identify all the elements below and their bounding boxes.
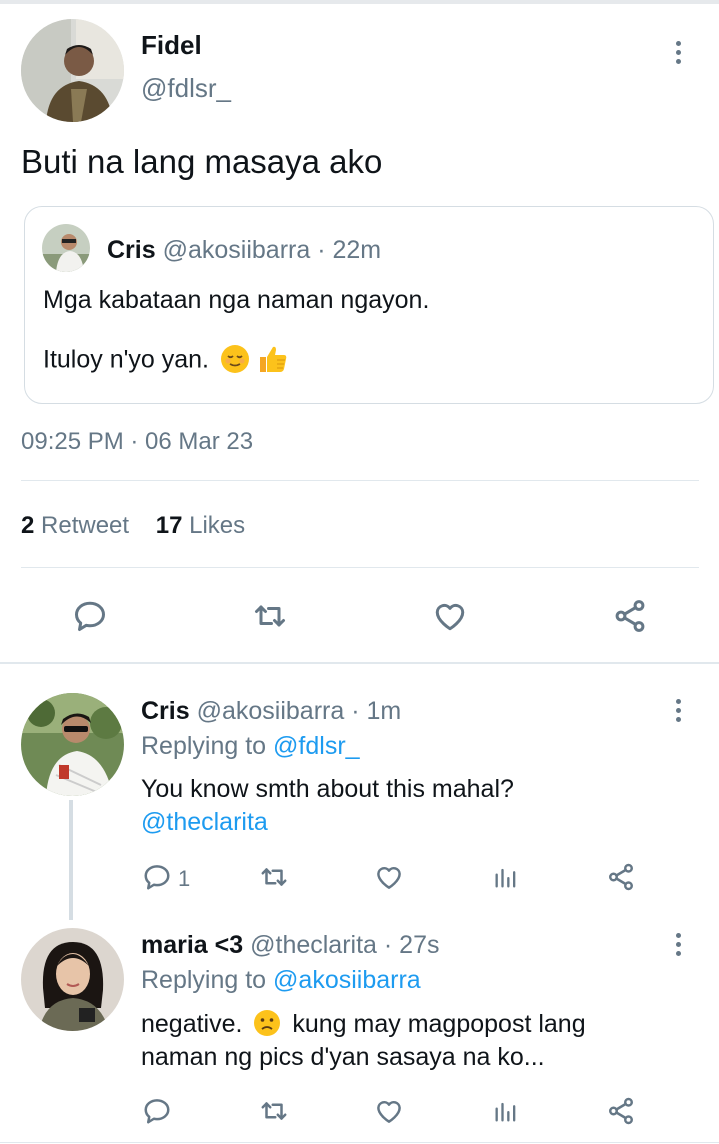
retweet-icon[interactable] [257, 1095, 291, 1127]
mention-link[interactable]: @theclarita [141, 808, 268, 837]
top-divider [0, 0, 719, 4]
more-options-icon[interactable] [672, 933, 684, 956]
reply-icon[interactable] [141, 1095, 173, 1127]
quoted-tweet-card[interactable]: Cris @akosiibarra · 22m Mga kabataan nga… [24, 206, 714, 404]
reply-age: · 27s [383, 931, 440, 959]
cris-avatar[interactable] [21, 693, 124, 796]
reply-text: You know smth about this mahal? [141, 775, 514, 803]
like-icon[interactable] [429, 596, 471, 636]
reply-count: 1 [178, 866, 191, 891]
divider [21, 480, 699, 481]
reply-text-line2: naman ng pics d'yan sasaya na ko... [141, 1043, 545, 1071]
quoted-age: · 22m [317, 236, 382, 264]
reply-age: · 1m [351, 697, 402, 725]
retweet-stat[interactable]: 2 Retweet [21, 512, 136, 539]
share-icon[interactable] [604, 861, 638, 893]
reply-author-handle[interactable]: @theclarita [250, 931, 377, 959]
reply-author-name[interactable]: Cris [141, 697, 190, 725]
more-options-icon[interactable] [672, 699, 684, 722]
quoted-author-handle[interactable]: @akosiibarra [163, 236, 311, 264]
engagement-stats: 2 Retweet 17 Likes [21, 512, 245, 540]
reply-author-handle[interactable]: @akosiibarra [197, 697, 345, 725]
replying-to-link[interactable]: @fdlsr_ [273, 732, 360, 760]
bottom-divider [0, 1142, 719, 1143]
frowning-face-emoji [253, 1009, 281, 1037]
tweet-timestamp: 09:25 PM · 06 Mar 23 [21, 428, 254, 455]
retweet-count: 2 [21, 512, 35, 539]
reply-icon[interactable] [70, 596, 110, 636]
replying-to-label: Replying to [141, 966, 267, 994]
analytics-icon[interactable] [490, 861, 522, 893]
replying-to-label: Replying to [141, 732, 267, 760]
likes-count: 17 [155, 512, 183, 539]
reply-text-part1: negative. [141, 1010, 243, 1038]
retweet-icon[interactable] [249, 596, 291, 636]
relieved-face-emoji [220, 344, 250, 374]
quoted-text-line1: Mga kabataan nga naman ngayon. [43, 286, 430, 314]
reply-author-name[interactable]: maria <3 [141, 931, 243, 959]
reply-icon[interactable] [141, 861, 173, 893]
quoted-author-name[interactable]: Cris [107, 236, 156, 264]
quoted-text-line2: Ituloy n'yo yan. [43, 345, 209, 374]
more-options-icon[interactable] [672, 41, 684, 64]
retweet-label: Retweet [41, 512, 130, 539]
tweet-text: Buti na lang masaya ako [21, 143, 383, 180]
thumbs-up-emoji [257, 343, 289, 375]
like-icon[interactable] [372, 1095, 406, 1127]
replying-to-link[interactable]: @akosiibarra [273, 966, 421, 994]
maria-avatar[interactable] [21, 928, 124, 1031]
share-icon[interactable] [609, 596, 651, 636]
like-icon[interactable] [372, 861, 406, 893]
share-icon[interactable] [604, 1095, 638, 1127]
retweet-icon[interactable] [257, 861, 291, 893]
likes-stat[interactable]: 17 Likes [156, 512, 245, 539]
author-handle[interactable]: @fdlsr_ [141, 73, 231, 104]
reply-text-part2: kung may magpopost lang [292, 1010, 586, 1038]
likes-label: Likes [189, 512, 246, 539]
section-divider [0, 662, 719, 664]
analytics-icon[interactable] [490, 1095, 522, 1127]
fidel-avatar[interactable] [21, 19, 124, 122]
author-name[interactable]: Fidel [141, 30, 202, 61]
thread-line [69, 800, 73, 920]
divider [21, 567, 699, 568]
quoted-avatar [42, 224, 90, 272]
